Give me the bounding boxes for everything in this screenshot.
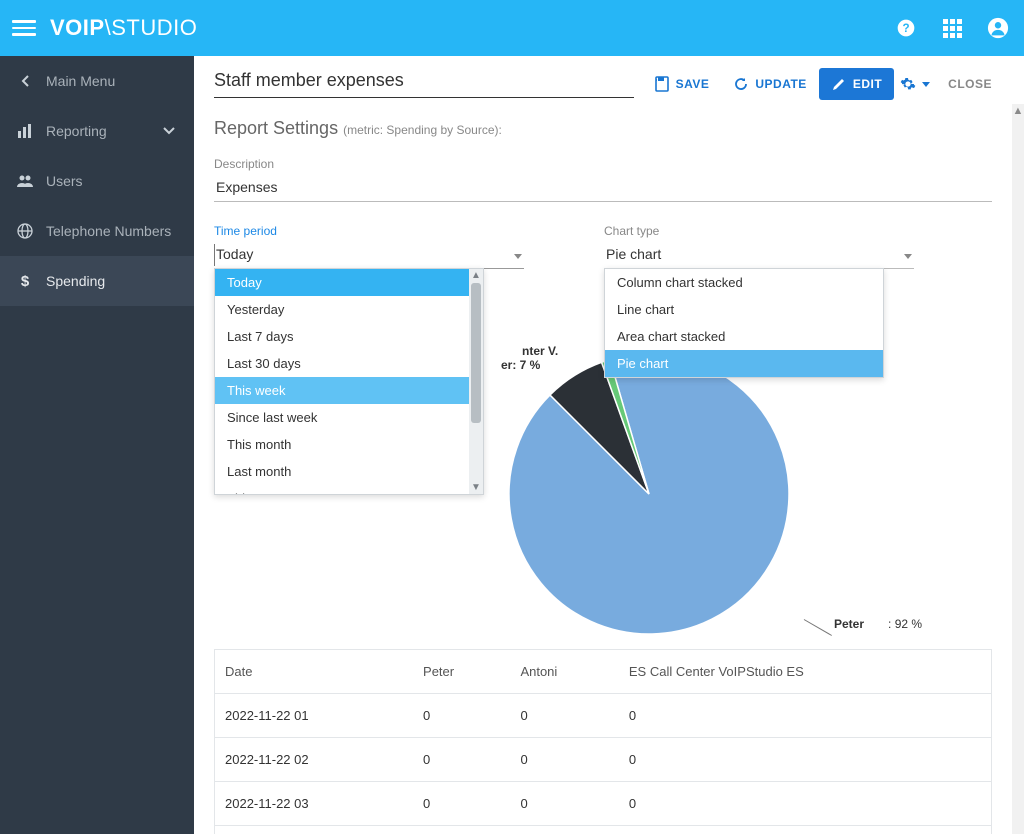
table-row: 2022-11-22 02000 bbox=[215, 738, 992, 782]
table-cell: 0 bbox=[413, 694, 510, 738]
content-scrollbar[interactable]: ▲ bbox=[1012, 104, 1024, 834]
globe-icon bbox=[16, 222, 34, 240]
users-icon bbox=[16, 172, 34, 190]
dollar-icon: $ bbox=[16, 272, 34, 290]
chevron-down-icon bbox=[160, 122, 178, 140]
chevron-down-icon bbox=[904, 246, 912, 262]
dropdown-option[interactable]: Pie chart bbox=[605, 350, 883, 377]
description-input[interactable] bbox=[214, 175, 992, 202]
pencil-icon bbox=[831, 76, 847, 92]
hamburger-menu-button[interactable] bbox=[12, 16, 36, 40]
sidebar-item-spending[interactable]: $ Spending bbox=[0, 256, 194, 306]
dropdown-scrollbar[interactable]: ▲ ▼ bbox=[469, 269, 483, 494]
sidebar-item-label: Users bbox=[46, 173, 83, 189]
update-button[interactable]: UPDATE bbox=[721, 68, 818, 100]
settings-dropdown-button[interactable] bbox=[894, 68, 936, 100]
table-column-header: ES Call Center VoIPStudio ES bbox=[619, 650, 992, 694]
time-period-label: Time period bbox=[214, 224, 524, 238]
sidebar-item-main-menu[interactable]: Main Menu bbox=[0, 56, 194, 106]
help-icon[interactable]: ? bbox=[892, 14, 920, 42]
table-cell: 0 bbox=[619, 826, 992, 834]
dropdown-option[interactable]: Last 7 days bbox=[215, 323, 483, 350]
table-cell: 2022-11-22 02 bbox=[215, 738, 414, 782]
dropdown-option[interactable]: Yesterday bbox=[215, 296, 483, 323]
sidebar-item-label: Spending bbox=[46, 273, 105, 289]
chart-slice-label: Peter: 92 % bbox=[834, 617, 922, 631]
page-toolbar: Staff member expenses SAVE UPDATE EDIT bbox=[194, 56, 1024, 109]
table-cell: 0 bbox=[413, 782, 510, 826]
table-row: 2022-11-22 03000 bbox=[215, 782, 992, 826]
table-column-header: Date bbox=[215, 650, 414, 694]
dropdown-option[interactable]: Column chart stacked bbox=[605, 269, 883, 296]
sidebar-item-label: Telephone Numbers bbox=[46, 223, 171, 239]
app-logo: VOIP\STUDIO bbox=[50, 15, 197, 41]
chart-leader-line bbox=[804, 619, 832, 636]
description-field: Description bbox=[214, 157, 992, 202]
time-period-dropdown: TodayYesterdayLast 7 daysLast 30 daysThi… bbox=[214, 268, 484, 495]
table-cell: 2022-11-22 03 bbox=[215, 782, 414, 826]
svg-text:$: $ bbox=[21, 273, 30, 289]
chevron-down-icon bbox=[514, 246, 522, 262]
time-period-select[interactable]: Today bbox=[214, 242, 524, 269]
bar-chart-icon bbox=[16, 122, 34, 140]
table-column-header: Antoni bbox=[510, 650, 618, 694]
close-button[interactable]: CLOSE bbox=[936, 69, 1004, 99]
sidebar-item-reporting[interactable]: Reporting bbox=[0, 106, 194, 156]
chevron-left-icon bbox=[16, 72, 34, 90]
page-title: Staff member expenses bbox=[214, 70, 634, 98]
description-label: Description bbox=[214, 157, 992, 171]
svg-text:?: ? bbox=[902, 22, 909, 35]
content-area: Staff member expenses SAVE UPDATE EDIT bbox=[194, 56, 1024, 834]
dropdown-option[interactable]: Since last week bbox=[215, 404, 483, 431]
table-cell: 0 bbox=[510, 738, 618, 782]
data-table: DatePeterAntoniES Call Center VoIPStudio… bbox=[214, 649, 992, 834]
gear-icon bbox=[900, 76, 916, 92]
dropdown-option[interactable]: This week bbox=[215, 377, 483, 404]
table-cell: 2022-11-22 01 bbox=[215, 694, 414, 738]
edit-button[interactable]: EDIT bbox=[819, 68, 894, 100]
table-cell: 0 bbox=[510, 694, 618, 738]
table-row: 2022-11-22 04000 bbox=[215, 826, 992, 834]
chevron-down-icon bbox=[922, 82, 930, 87]
table-cell: 0 bbox=[413, 738, 510, 782]
apps-grid-icon[interactable] bbox=[938, 14, 966, 42]
sidebar-item-telephone-numbers[interactable]: Telephone Numbers bbox=[0, 206, 194, 256]
dropdown-option[interactable]: This month bbox=[215, 431, 483, 458]
table-row: 2022-11-22 01000 bbox=[215, 694, 992, 738]
chart-type-dropdown: Column chart stackedLine chartArea chart… bbox=[604, 268, 884, 378]
table-cell: 2022-11-22 04 bbox=[215, 826, 414, 834]
table-cell: 0 bbox=[619, 782, 992, 826]
sidebar-item-label: Main Menu bbox=[46, 73, 115, 89]
dropdown-option[interactable]: Today bbox=[215, 269, 483, 296]
refresh-icon bbox=[733, 76, 749, 92]
save-icon bbox=[654, 76, 670, 92]
dropdown-option[interactable]: This year bbox=[215, 485, 483, 494]
chart-type-label: Chart type bbox=[604, 224, 914, 238]
time-period-field: Time period Today TodayYesterdayLast 7 d… bbox=[214, 224, 524, 269]
table-column-header: Peter bbox=[413, 650, 510, 694]
table-cell: 0 bbox=[510, 826, 618, 834]
dropdown-option[interactable]: Line chart bbox=[605, 296, 883, 323]
table-cell: 0 bbox=[510, 782, 618, 826]
chart-type-field: Chart type Pie chart Column chart stacke… bbox=[604, 224, 914, 269]
report-settings-heading: Report Settings (metric: Spending by Sou… bbox=[214, 118, 992, 139]
dropdown-option[interactable]: Area chart stacked bbox=[605, 323, 883, 350]
table-cell: 0 bbox=[413, 826, 510, 834]
dropdown-option[interactable]: Last month bbox=[215, 458, 483, 485]
account-icon[interactable] bbox=[984, 14, 1012, 42]
table-cell: 0 bbox=[619, 738, 992, 782]
sidebar: Main Menu Reporting Users Telephone Numb… bbox=[0, 56, 194, 834]
chart-type-select[interactable]: Pie chart bbox=[604, 242, 914, 269]
top-bar: VOIP\STUDIO ? bbox=[0, 0, 1024, 56]
dropdown-option[interactable]: Last 30 days bbox=[215, 350, 483, 377]
save-button[interactable]: SAVE bbox=[642, 68, 722, 100]
table-cell: 0 bbox=[619, 694, 992, 738]
sidebar-item-users[interactable]: Users bbox=[0, 156, 194, 206]
sidebar-item-label: Reporting bbox=[46, 123, 107, 139]
